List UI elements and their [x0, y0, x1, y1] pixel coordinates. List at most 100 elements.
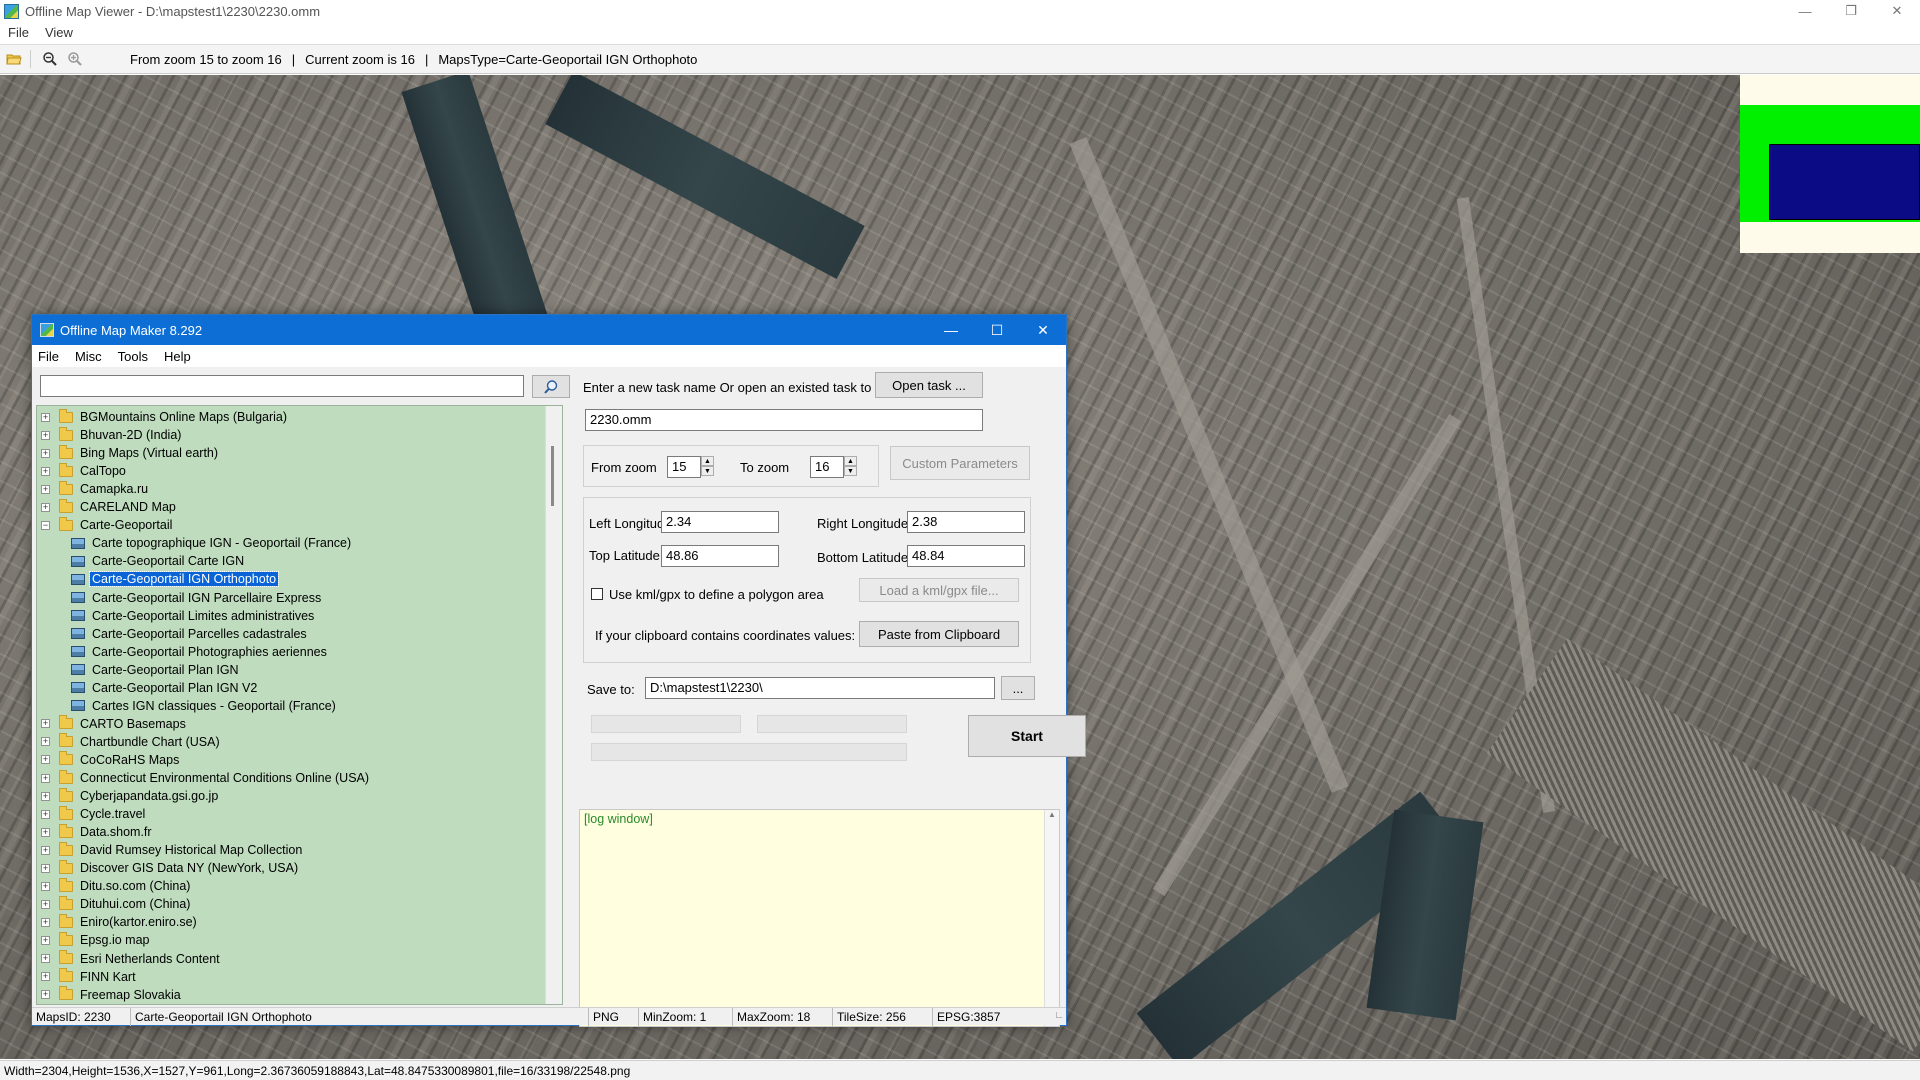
tree-folder-item[interactable]: + Discover GIS Data NY (NewYork, USA)	[37, 859, 300, 877]
spin-up-icon[interactable]: ▲	[701, 456, 714, 466]
map-source-tree[interactable]: + BGMountains Online Maps (Bulgaria) + Bhuv…	[36, 405, 563, 1005]
tree-map-item[interactable]: Carte-Geoportail IGN Orthophoto	[37, 570, 280, 588]
close-button[interactable]: ✕	[1874, 0, 1920, 22]
spin-up-icon[interactable]: ▲	[844, 456, 857, 466]
tree-map-item[interactable]: Carte-Geoportail Photographies aeriennes	[37, 643, 329, 661]
expand-icon[interactable]: +	[41, 809, 50, 819]
tree-folder-item[interactable]: + David Rumsey Historical Map Collection	[37, 841, 304, 859]
resize-grip-icon[interactable]: ∟	[1054, 1010, 1064, 1021]
load-kml-button[interactable]: Load a kml/gpx file...	[859, 578, 1019, 602]
zoom-out-button[interactable]	[39, 48, 61, 70]
expand-icon[interactable]: +	[41, 881, 50, 891]
tree-map-item[interactable]: Carte-Geoportail Limites administratives	[37, 607, 316, 625]
minimize-button[interactable]: —	[928, 315, 974, 345]
to-zoom-spinner[interactable]: ▲ ▼	[844, 456, 857, 476]
task-name-input[interactable]: 2230.omm	[585, 409, 983, 431]
overview-minimap[interactable]	[1740, 75, 1920, 253]
tree-folder-item[interactable]: + CoCoRaHS Maps	[37, 751, 181, 769]
menu-help[interactable]: Help	[164, 349, 191, 364]
tree-folder-item[interactable]: − Carte-Geoportail	[37, 516, 174, 534]
log-window[interactable]: [log window] ▲	[579, 809, 1060, 1027]
tree-map-item[interactable]: Carte-Geoportail Carte IGN	[37, 552, 246, 570]
tree-folder-item[interactable]: + Cyberjapandata.gsi.go.jp	[37, 787, 220, 805]
tree-folder-item[interactable]: + Bing Maps (Virtual earth)	[37, 444, 220, 462]
tree-folder-item[interactable]: + Epsg.io map	[37, 931, 151, 949]
expand-icon[interactable]: +	[41, 917, 50, 927]
open-folder-button[interactable]	[3, 48, 25, 70]
tree-folder-item[interactable]: + Cycle.travel	[37, 805, 147, 823]
to-zoom-input[interactable]: 16	[810, 456, 844, 478]
close-button[interactable]: ✕	[1020, 315, 1066, 345]
zoom-in-button[interactable]	[64, 48, 86, 70]
minimap-viewport-rect[interactable]	[1769, 144, 1920, 220]
left-longitude-input[interactable]: 2.34	[661, 511, 779, 533]
expand-icon[interactable]: +	[41, 954, 50, 963]
menu-file[interactable]: File	[38, 349, 59, 364]
tree-folder-item[interactable]: + CalTopo	[37, 462, 128, 480]
expand-icon[interactable]: +	[41, 990, 50, 1000]
tree-folder-item[interactable]: + Esri Netherlands Content	[37, 950, 222, 968]
custom-parameters-button[interactable]: Custom Parameters	[890, 446, 1030, 480]
spin-down-icon[interactable]: ▼	[844, 466, 857, 476]
tree-folder-item[interactable]: + CARTO Basemaps	[37, 715, 188, 733]
expand-icon[interactable]: +	[41, 899, 50, 909]
spin-down-icon[interactable]: ▼	[701, 466, 714, 476]
from-zoom-input[interactable]: 15	[667, 456, 701, 478]
scroll-thumb[interactable]	[551, 446, 554, 506]
tree-folder-item[interactable]: + Dituhui.com (China)	[37, 895, 192, 913]
paste-from-clipboard-button[interactable]: Paste from Clipboard	[859, 621, 1019, 647]
from-zoom-spinner[interactable]: ▲ ▼	[701, 456, 714, 476]
tree-map-item[interactable]: Cartes IGN classiques - Geoportail (Fran…	[37, 697, 338, 715]
search-button[interactable]	[532, 375, 570, 398]
expand-icon[interactable]: +	[41, 845, 50, 855]
expand-icon[interactable]: +	[41, 466, 50, 476]
minimize-button[interactable]: —	[1782, 0, 1828, 22]
expand-icon[interactable]: +	[41, 737, 50, 747]
start-button[interactable]: Start	[968, 715, 1086, 757]
expand-icon[interactable]: +	[41, 430, 50, 440]
tree-folder-item[interactable]: + Camapka.ru	[37, 480, 150, 498]
top-latitude-input[interactable]: 48.86	[661, 545, 779, 567]
tree-map-item[interactable]: Carte-Geoportail Plan IGN V2	[37, 679, 259, 697]
expand-icon[interactable]: +	[41, 791, 50, 801]
expand-icon[interactable]: +	[41, 719, 50, 729]
bottom-latitude-input[interactable]: 48.84	[907, 545, 1025, 567]
expand-icon[interactable]: +	[41, 484, 50, 494]
tree-map-item[interactable]: Carte-Geoportail Parcelles cadastrales	[37, 625, 309, 643]
expand-icon[interactable]: +	[41, 412, 50, 422]
right-longitude-input[interactable]: 2.38	[907, 511, 1025, 533]
map-search-input[interactable]	[40, 375, 524, 397]
expand-icon[interactable]: +	[41, 935, 50, 945]
menu-misc[interactable]: Misc	[75, 349, 102, 364]
browse-button[interactable]: ...	[1001, 676, 1035, 700]
expand-icon[interactable]: +	[41, 448, 50, 458]
menu-tools[interactable]: Tools	[118, 349, 148, 364]
tree-folder-item[interactable]: + Ditu.so.com (China)	[37, 877, 192, 895]
tree-folder-item[interactable]: + Eniro(kartor.eniro.se)	[37, 913, 199, 931]
menu-file[interactable]: File	[8, 25, 29, 40]
collapse-icon[interactable]: −	[41, 520, 50, 530]
expand-icon[interactable]: +	[41, 773, 50, 783]
tree-folder-item[interactable]: + Chartbundle Chart (USA)	[37, 733, 222, 751]
menu-view[interactable]: View	[45, 25, 73, 40]
tree-folder-item[interactable]: + Connecticut Environmental Conditions On…	[37, 769, 371, 787]
tree-folder-item[interactable]: + Bhuvan-2D (India)	[37, 426, 183, 444]
tree-map-item[interactable]: Carte-Geoportail Plan IGN	[37, 661, 241, 679]
expand-icon[interactable]: +	[41, 972, 50, 982]
tree-folder-item[interactable]: + FINN Kart	[37, 968, 138, 986]
save-path-input[interactable]: D:\mapstest1\2230\	[645, 677, 995, 699]
expand-icon[interactable]: +	[41, 755, 50, 765]
open-task-button[interactable]: Open task ...	[875, 372, 983, 398]
tree-folder-item[interactable]: + CARELAND Map	[37, 498, 178, 516]
tree-map-item[interactable]: Carte-Geoportail IGN Parcellaire Express	[37, 589, 323, 607]
tree-folder-item[interactable]: + Data.shom.fr	[37, 823, 154, 841]
tree-map-item[interactable]: Carte topographique IGN - Geoportail (Fr…	[37, 534, 353, 552]
expand-icon[interactable]: +	[41, 863, 50, 873]
use-kml-checkbox[interactable]	[591, 588, 603, 600]
tree-folder-item[interactable]: + Freemap Slovakia	[37, 986, 183, 1004]
restore-button[interactable]: ❐	[1828, 0, 1874, 22]
expand-icon[interactable]: +	[41, 827, 50, 837]
maximize-button[interactable]: ☐	[974, 315, 1020, 345]
expand-icon[interactable]: +	[41, 502, 50, 512]
log-scrollbar[interactable]: ▲	[1044, 810, 1059, 1026]
